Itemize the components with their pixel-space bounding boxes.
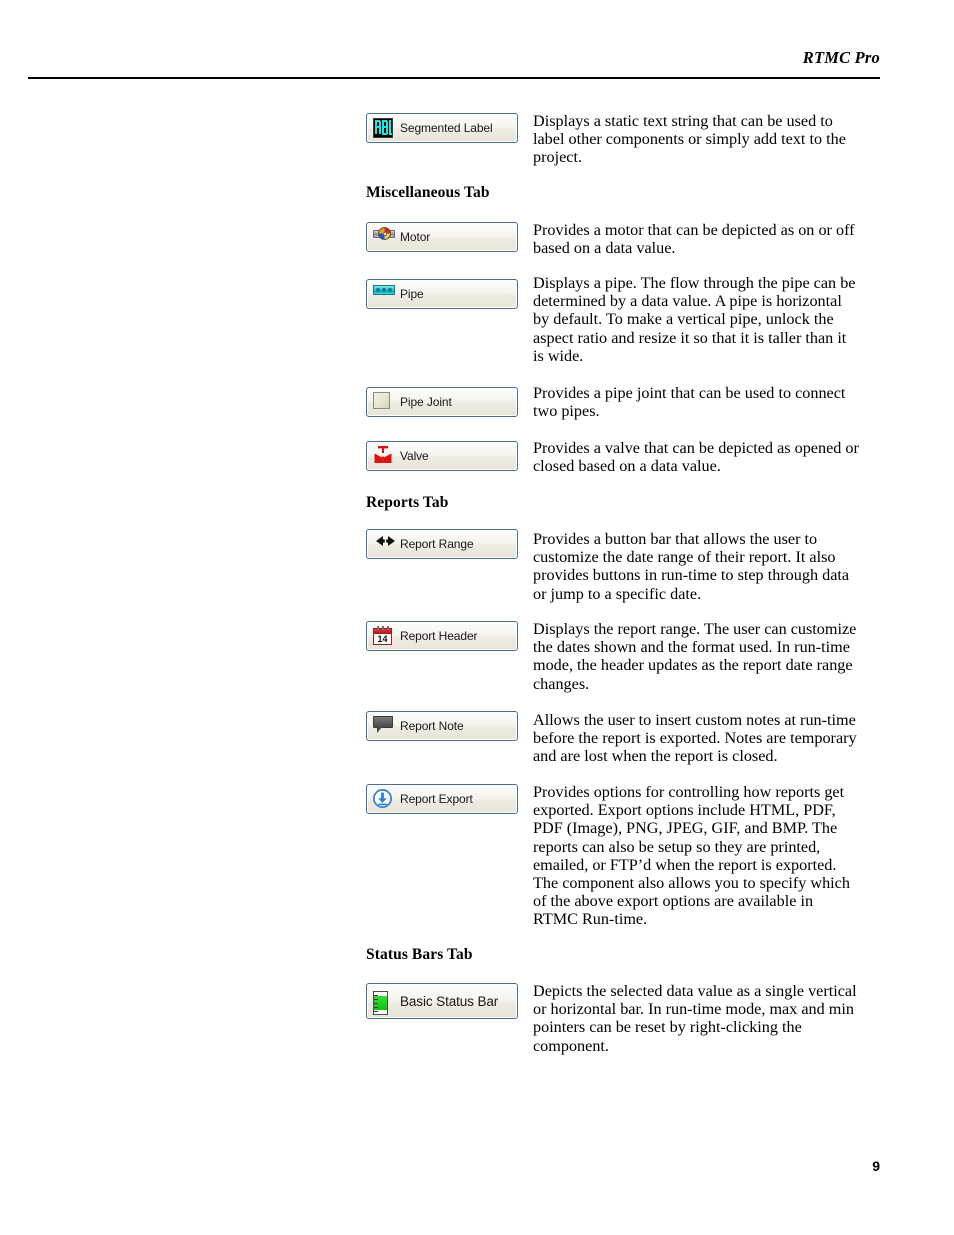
report-range-icon	[373, 534, 395, 554]
motor-icon	[373, 227, 395, 247]
component-button-basic-status-bar[interactable]: Basic Status Bar	[366, 983, 518, 1019]
component-description-segmented-label: Displays a static text string that can b…	[533, 112, 846, 167]
component-description-basic-status-bar: Depicts the selected data value as a sin…	[533, 982, 857, 1055]
component-button-report-header[interactable]: 14 Report Header	[366, 621, 518, 651]
component-description-valve: Provides a valve that can be depicted as…	[533, 439, 859, 476]
component-button-label: Segmented Label	[400, 121, 493, 135]
component-button-label: Motor	[400, 230, 431, 244]
component-description-report-note: Allows the user to insert custom notes a…	[533, 711, 857, 766]
segmented-label-icon	[373, 118, 393, 138]
component-description-pipe: Displays a pipe. The flow through the pi…	[533, 274, 856, 365]
section-heading-reports: Reports Tab	[366, 494, 449, 511]
component-button-valve[interactable]: Valve	[366, 441, 518, 471]
component-button-label: Report Header	[400, 629, 478, 643]
report-range-arrows-svg	[376, 536, 395, 546]
component-button-pipe-joint[interactable]: Pipe Joint	[366, 387, 518, 417]
page-header: RTMC Pro	[28, 48, 880, 82]
component-button-motor[interactable]: Motor	[366, 222, 518, 252]
pipe-icon	[373, 284, 395, 304]
component-button-label: Valve	[400, 449, 429, 463]
component-description-report-header: Displays the report range. The user can …	[533, 620, 857, 693]
section-heading-miscellaneous: Miscellaneous Tab	[366, 184, 490, 201]
speech-bubble-icon	[373, 716, 393, 736]
download-circle-icon	[373, 789, 393, 809]
component-description-motor: Provides a motor that can be depicted as…	[533, 221, 855, 258]
component-button-label: Pipe Joint	[400, 395, 452, 409]
component-button-report-note[interactable]: Report Note	[366, 711, 518, 741]
header-title: RTMC Pro	[802, 48, 880, 67]
section-heading-status-bars: Status Bars Tab	[366, 946, 473, 963]
component-button-segmented-label[interactable]: Segmented Label	[366, 113, 518, 143]
component-description-report-range: Provides a button bar that allows the us…	[533, 530, 850, 603]
calendar-icon: 14	[373, 626, 393, 646]
component-button-report-range[interactable]: Report Range	[366, 529, 518, 559]
calendar-day-number: 14	[377, 634, 388, 644]
component-button-label: Pipe	[400, 287, 424, 301]
component-button-pipe[interactable]: Pipe	[366, 279, 518, 309]
component-button-label: Report Range	[400, 537, 474, 551]
status-bar-icon	[373, 991, 393, 1015]
header-rule	[28, 77, 880, 79]
valve-icon-svg	[374, 446, 392, 463]
page-number: 9	[872, 1158, 880, 1174]
component-description-report-export: Provides options for controlling how rep…	[533, 783, 850, 929]
pipe-joint-icon	[373, 392, 393, 412]
component-description-pipe-joint: Provides a pipe joint that can be used t…	[533, 384, 846, 421]
component-button-label: Basic Status Bar	[400, 993, 499, 1009]
valve-icon	[373, 446, 393, 466]
component-button-report-export[interactable]: Report Export	[366, 784, 518, 814]
component-button-label: Report Note	[400, 719, 464, 733]
component-button-label: Report Export	[400, 792, 473, 806]
download-circle-svg	[373, 789, 392, 808]
